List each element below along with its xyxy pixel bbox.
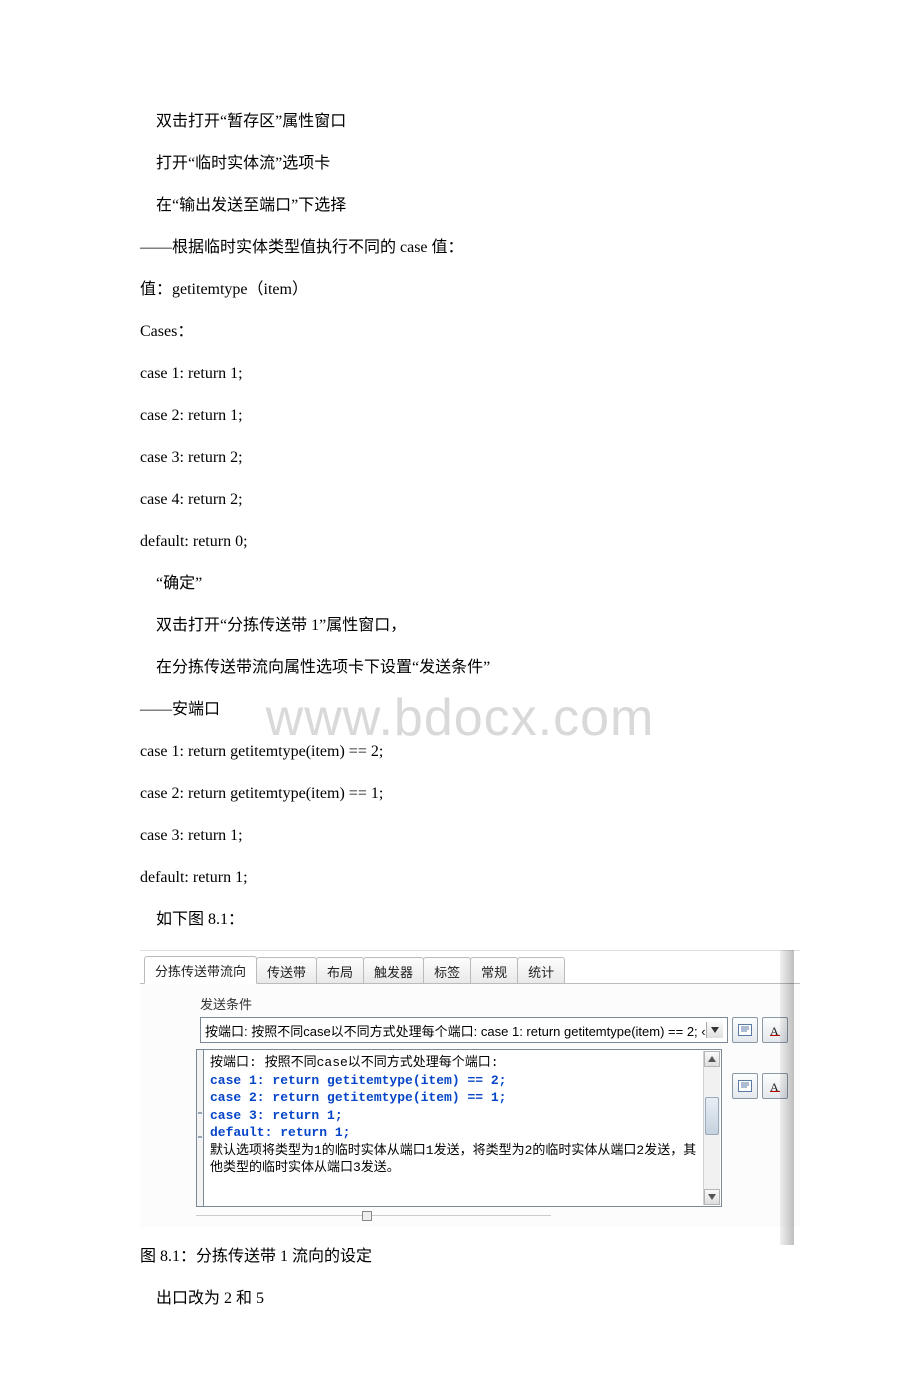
tab-panel: 发送条件 按端口: 按照不同case以不同方式处理每个端口: case 1: r… — [140, 983, 800, 1227]
svg-text:A: A — [770, 1024, 779, 1036]
paragraph: case 2: return getitemtype(item) == 1; — [140, 782, 780, 806]
code-line: default: return 1; — [210, 1124, 715, 1142]
code-line: case 1: return getitemtype(item) == 2; — [210, 1072, 715, 1090]
shadow-decoration — [780, 950, 794, 1245]
resize-handle[interactable] — [196, 1049, 203, 1207]
paragraph: case 4: return 2; — [140, 488, 780, 512]
tab-stats[interactable]: 统计 — [517, 957, 565, 984]
tab-layout[interactable]: 布局 — [316, 957, 364, 984]
svg-text:A: A — [770, 1080, 779, 1092]
scroll-thumb[interactable] — [705, 1097, 719, 1135]
tab-bar: 分拣传送带流向 传送带 布局 触发器 标签 常规 统计 — [140, 955, 800, 983]
paragraph: case 3: return 2; — [140, 446, 780, 470]
code-line: 他类型的临时实体从端口3发送。 — [210, 1159, 715, 1177]
paragraph: 如下图 8.1： — [140, 908, 780, 932]
scroll-down-button[interactable] — [704, 1189, 720, 1205]
paragraph: 双击打开“暂存区”属性窗口 — [140, 110, 780, 134]
resize-bar[interactable] — [196, 1211, 788, 1221]
code-line: case 2: return getitemtype(item) == 1; — [210, 1089, 715, 1107]
code-line: case 3: return 1; — [210, 1107, 715, 1125]
figure-caption: 图 8.1：分拣传送带 1 流向的设定 — [140, 1245, 780, 1269]
script-icon — [738, 1024, 752, 1036]
paragraph: 值：getitemtype（item） — [140, 278, 780, 302]
resize-knob[interactable] — [362, 1211, 372, 1221]
paragraph: 在“输出发送至端口”下选择 — [140, 194, 780, 218]
tab-general[interactable]: 常规 — [470, 957, 518, 984]
tab-labels[interactable]: 标签 — [423, 957, 471, 984]
paragraph: 双击打开“分拣传送带 1”属性窗口， — [140, 614, 780, 638]
paragraph: 出口改为 2 和 5 — [140, 1287, 780, 1311]
code-line: 默认选项将类型为1的临时实体从端口1发送，将类型为2的临时实体从端口2发送，其 — [210, 1142, 715, 1160]
paragraph: case 2: return 1; — [140, 404, 780, 428]
code-textarea[interactable]: 按端口: 按照不同case以不同方式处理每个端口: case 1: return… — [203, 1049, 722, 1207]
scroll-track[interactable] — [704, 1067, 720, 1189]
figure-screenshot: 分拣传送带流向 传送带 布局 触发器 标签 常规 统计 发送条件 按端口: 按照… — [140, 950, 800, 1227]
send-condition-dropdown[interactable]: 按端口: 按照不同case以不同方式处理每个端口: case 1: return… — [200, 1017, 728, 1043]
paragraph: case 1: return getitemtype(item) == 2; — [140, 740, 780, 764]
tab-triggers[interactable]: 触发器 — [363, 957, 424, 984]
paragraph: case 3: return 1; — [140, 824, 780, 848]
paragraph: default: return 0; — [140, 530, 780, 554]
scroll-up-button[interactable] — [704, 1051, 720, 1067]
paragraph: “确定” — [140, 572, 780, 596]
vertical-scrollbar[interactable] — [703, 1051, 720, 1205]
paragraph: Cases： — [140, 320, 780, 344]
paragraph: case 1: return 1; — [140, 362, 780, 386]
paragraph: ——安端口 — [140, 698, 780, 722]
code-line: 按端口: 按照不同case以不同方式处理每个端口: — [210, 1054, 715, 1072]
paragraph: ——根据临时实体类型值执行不同的 case 值： — [140, 236, 780, 260]
paragraph: default: return 1; — [140, 866, 780, 890]
script-icon — [738, 1080, 752, 1092]
edit-code-button[interactable] — [732, 1017, 758, 1043]
paragraph: 在分拣传送带流向属性选项卡下设置“发送条件” — [140, 656, 780, 680]
tab-flow[interactable]: 分拣传送带流向 — [144, 956, 257, 984]
chevron-down-icon[interactable] — [706, 1022, 723, 1038]
paragraph: 打开“临时实体流”选项卡 — [140, 152, 780, 176]
tab-conveyor[interactable]: 传送带 — [256, 957, 317, 984]
edit-code-button-2[interactable] — [732, 1073, 758, 1099]
dropdown-value: 按端口: 按照不同case以不同方式处理每个端口: case 1: return… — [205, 1021, 706, 1040]
section-label-send-condition: 发送条件 — [200, 994, 788, 1013]
